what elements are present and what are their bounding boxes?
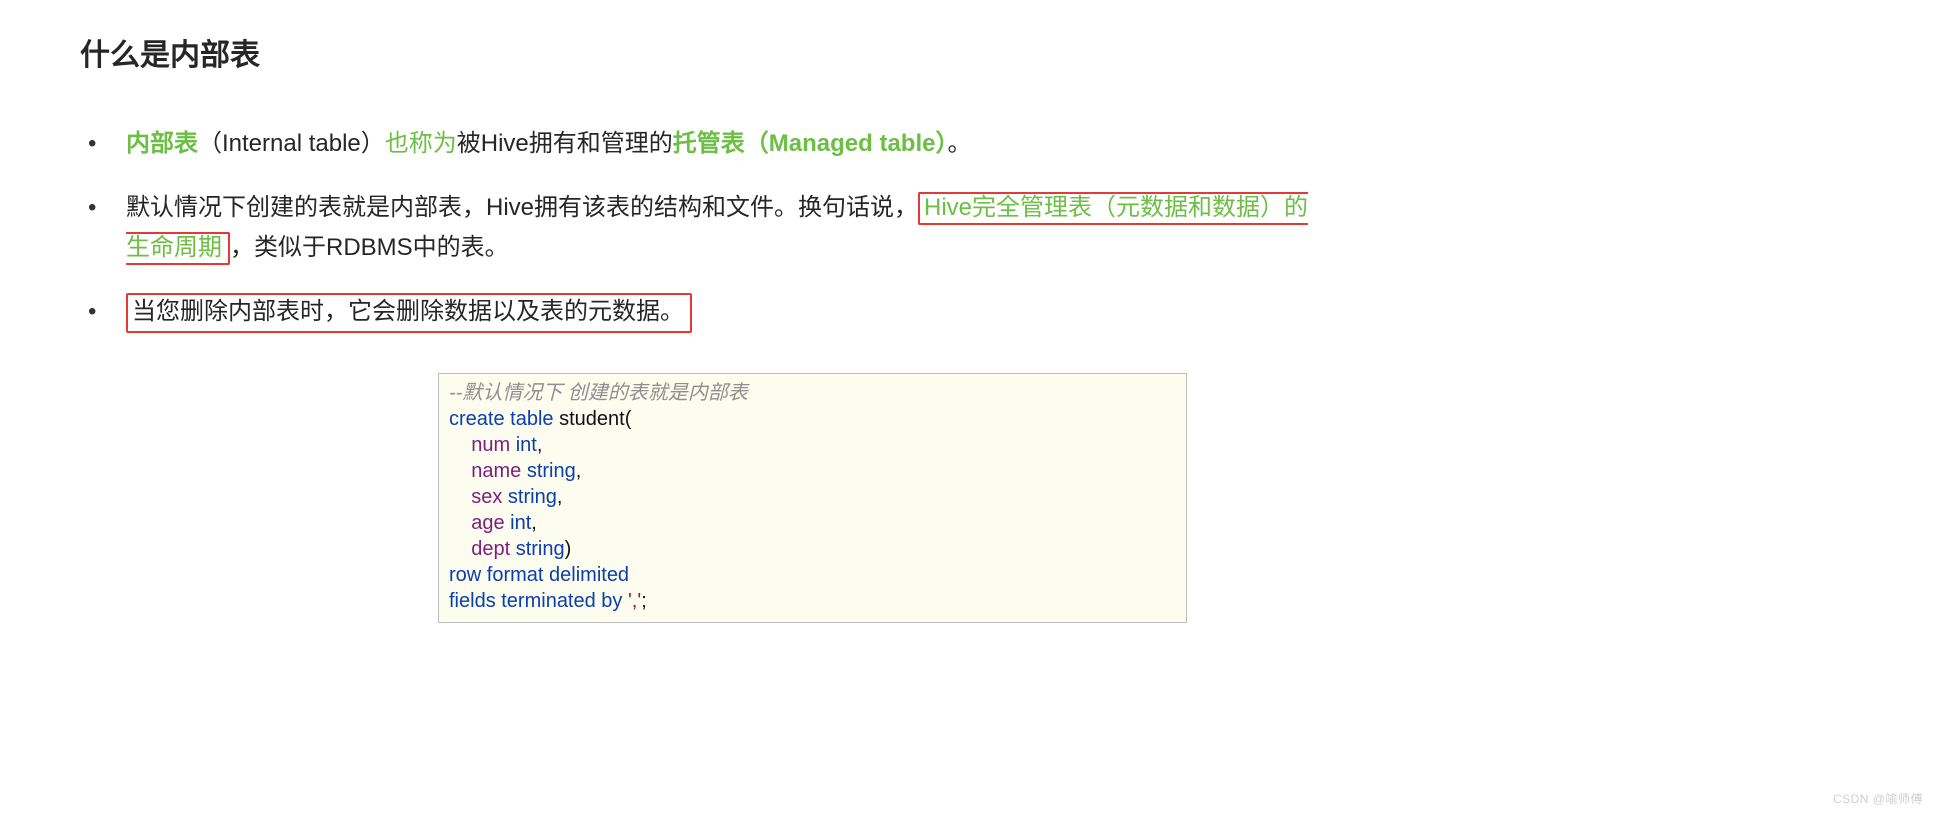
fields-terminated-str: ',': [628, 590, 641, 612]
highlight-box-delete: 当您删除内部表时，它会删除数据以及表的元数据。: [126, 293, 692, 333]
field-indent: [449, 538, 471, 560]
b2-pre-text: 默认情况下创建的表就是内部表，Hive拥有该表的结构和文件。换句话说，: [126, 194, 918, 221]
comma: ,: [557, 486, 563, 508]
b3-boxed-text: 当您删除内部表时，它会删除数据以及表的元数据。: [132, 298, 684, 325]
field-age: age: [471, 512, 510, 534]
field-indent: [449, 512, 471, 534]
watermark: CSDN @喻师傅: [1833, 790, 1923, 807]
code-comment: --默认情况下 创建的表就是内部表: [449, 382, 748, 404]
table-name: student: [559, 408, 625, 430]
field-name: name: [471, 460, 527, 482]
bullet-item-2: 默认情况下创建的表就是内部表，Hive拥有该表的结构和文件。换句话说，Hive完…: [78, 188, 1857, 268]
type-string: string: [508, 486, 557, 508]
comma: ,: [576, 460, 582, 482]
bullet-item-1: 内部表（Internal table）也称为被Hive拥有和管理的托管表（Man…: [78, 124, 1857, 164]
type-string: string: [516, 538, 565, 560]
fields-terminated-pre: fields terminated by: [449, 590, 628, 612]
term-managed-table: 托管表（Managed table）: [673, 130, 948, 157]
document-page: 什么是内部表 内部表（Internal table）也称为被Hive拥有和管理的…: [0, 0, 1935, 813]
field-num: num: [471, 434, 515, 456]
b2-highlight-line2: 生命周期: [126, 234, 222, 261]
type-string: string: [527, 460, 576, 482]
close-paren: ): [565, 538, 572, 560]
code-block-wrap: --默认情况下 创建的表就是内部表 create table student( …: [438, 373, 1187, 623]
type-int: int: [516, 434, 537, 456]
bullet-item-3: 当您删除内部表时，它会删除数据以及表的元数据。: [78, 292, 1857, 333]
comma: ,: [537, 434, 543, 456]
page-title: 什么是内部表: [80, 30, 1935, 74]
comma: ,: [531, 512, 537, 534]
semicolon: ;: [641, 590, 647, 612]
term-internal-table: 内部表: [126, 130, 198, 157]
field-dept: dept: [471, 538, 515, 560]
kw-create: create: [449, 408, 510, 430]
b2-post-text: ，类似于RDBMS中的表。: [230, 234, 509, 261]
b2-highlight-line1: Hive完全管理表（元数据和数据）的: [924, 194, 1308, 221]
kw-table: table: [510, 408, 559, 430]
period-1: 。: [947, 130, 971, 157]
open-paren: (: [625, 408, 632, 430]
field-indent: [449, 460, 471, 482]
bullet-list: 内部表（Internal table）也称为被Hive拥有和管理的托管表（Man…: [0, 124, 1935, 333]
paren-internal-table: （Internal table）: [198, 130, 385, 157]
field-indent: [449, 434, 471, 456]
also-called: 也称为: [385, 130, 457, 157]
field-indent: [449, 486, 471, 508]
row-format: row format delimited: [449, 564, 629, 586]
type-int: int: [510, 512, 531, 534]
field-sex: sex: [471, 486, 508, 508]
owned-by-hive: 被Hive拥有和管理的: [457, 130, 673, 157]
sql-code-block: --默认情况下 创建的表就是内部表 create table student( …: [438, 373, 1187, 623]
